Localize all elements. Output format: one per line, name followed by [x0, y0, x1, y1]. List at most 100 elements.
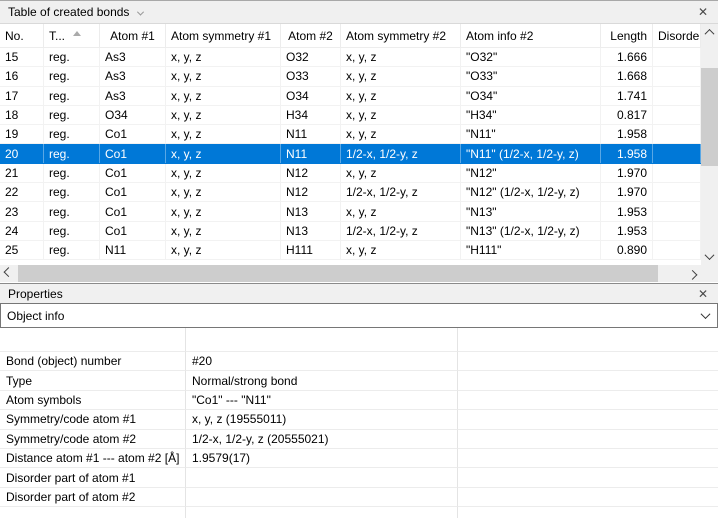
- cell-info2: "O32": [461, 48, 601, 66]
- scroll-right-button[interactable]: [684, 265, 701, 282]
- cell-sym2: x, y, z: [341, 87, 461, 105]
- column-header-label: Atom symmetry #2: [346, 29, 446, 43]
- cell-atom1: Co1: [100, 125, 166, 143]
- property-row[interactable]: Symmetry/code atom #1x, y, z (19555011): [0, 410, 718, 429]
- property-value: [186, 328, 458, 352]
- cell-atom1: As3: [100, 87, 166, 105]
- cell-atom1: As3: [100, 67, 166, 85]
- column-header-type[interactable]: T...: [44, 24, 100, 47]
- vertical-scrollbar: [701, 24, 718, 265]
- panel-menu-chevron-icon[interactable]: [137, 9, 144, 16]
- cell-no: 18: [0, 106, 44, 124]
- table-row-bond-21[interactable]: 21reg.Co1x, y, zN12x, y, z"N12"1.970: [0, 164, 701, 183]
- table-row-bond-22[interactable]: 22reg.Co1x, y, zN121/2-x, 1/2-y, z"N12" …: [0, 183, 701, 202]
- column-header-no[interactable]: No.: [0, 24, 44, 47]
- cell-atom2: H111: [281, 241, 341, 259]
- properties-close-button[interactable]: ✕: [694, 285, 712, 303]
- property-row[interactable]: TypeNormal/strong bond: [0, 371, 718, 390]
- cell-disorder: [653, 106, 701, 124]
- cell-atom1: Co1: [100, 183, 166, 201]
- table-row-bond-19[interactable]: 19reg.Co1x, y, zN11x, y, z"N11"1.958: [0, 125, 701, 144]
- column-header-atom1[interactable]: Atom #1: [100, 24, 166, 47]
- property-row[interactable]: Distance atom #1 --- atom #2 [Å]1.9579(1…: [0, 449, 718, 468]
- cell-length: 1.668: [601, 67, 653, 85]
- cell-no: 17: [0, 87, 44, 105]
- cell-sym2: 1/2-x, 1/2-y, z: [341, 183, 461, 201]
- column-header-label: Atom #1: [110, 29, 155, 43]
- cell-sym1: x, y, z: [166, 202, 281, 220]
- cell-info2: "N13": [461, 202, 601, 220]
- property-label: Disorder part of atom #1: [0, 468, 186, 487]
- close-icon: ✕: [698, 287, 708, 301]
- cell-atom1: Co1: [100, 222, 166, 240]
- cell-length: 1.958: [601, 125, 653, 143]
- column-header-label: Atom #2: [288, 29, 333, 43]
- cell-type: reg.: [44, 222, 100, 240]
- cell-disorder: [653, 183, 701, 201]
- cell-type: reg.: [44, 106, 100, 124]
- column-header-sym2[interactable]: Atom symmetry #2: [341, 24, 461, 47]
- cell-sym1: x, y, z: [166, 144, 281, 162]
- scroll-up-button[interactable]: [701, 24, 718, 41]
- cell-type: reg.: [44, 183, 100, 201]
- cell-atom2: H34: [281, 106, 341, 124]
- cell-sym2: x, y, z: [341, 67, 461, 85]
- horizontal-scroll-thumb[interactable]: [18, 265, 658, 282]
- dropdown-value: Object info: [7, 309, 64, 323]
- chevron-up-icon: [705, 29, 715, 39]
- column-header-atom2[interactable]: Atom #2: [281, 24, 341, 47]
- cell-sym1: x, y, z: [166, 241, 281, 259]
- column-header-sym1[interactable]: Atom symmetry #1: [166, 24, 281, 47]
- table-row-bond-15[interactable]: 15reg.As3x, y, zO32x, y, z"O32"1.666: [0, 48, 701, 67]
- cell-length: 1.953: [601, 202, 653, 220]
- cell-disorder: [653, 144, 701, 162]
- close-button[interactable]: ✕: [694, 3, 712, 21]
- cell-disorder: [653, 241, 701, 259]
- property-filler: [458, 468, 718, 487]
- cell-atom2: N12: [281, 164, 341, 182]
- properties-title-bar: Properties ✕: [0, 283, 718, 303]
- table-row-bond-17[interactable]: 17reg.As3x, y, zO34x, y, z"O34"1.741: [0, 87, 701, 106]
- cell-no: 23: [0, 202, 44, 220]
- table-row-bond-25[interactable]: 25reg.N11x, y, zH111x, y, z"H111"0.890: [0, 241, 701, 260]
- property-row[interactable]: Atom symbols"Co1" --- "N11": [0, 391, 718, 410]
- property-row[interactable]: Disorder part of atom #1: [0, 468, 718, 487]
- cell-type: reg.: [44, 125, 100, 143]
- cell-sym1: x, y, z: [166, 106, 281, 124]
- property-label: Symmetry/code atom #2: [0, 430, 186, 449]
- column-header-length[interactable]: Length: [601, 24, 653, 47]
- object-info-dropdown[interactable]: Object info: [0, 303, 718, 328]
- property-filler: [458, 371, 718, 390]
- cell-disorder: [653, 164, 701, 182]
- table-row-bond-16[interactable]: 16reg.As3x, y, zO33x, y, z"O33"1.668: [0, 67, 701, 86]
- table-row-bond-23[interactable]: 23reg.Co1x, y, zN13x, y, z"N13"1.953: [0, 202, 701, 221]
- cell-atom2: N11: [281, 144, 341, 162]
- cell-atom1: Co1: [100, 164, 166, 182]
- panel-title: Table of created bonds: [8, 5, 129, 19]
- column-header-disorder[interactable]: Disorder: [653, 24, 701, 47]
- scroll-down-button[interactable]: [701, 248, 718, 265]
- property-value: 1/2-x, 1/2-y, z (20555021): [186, 430, 458, 449]
- cell-length: 0.817: [601, 106, 653, 124]
- chevron-left-icon: [4, 267, 14, 277]
- property-value: [186, 507, 458, 518]
- column-header-info2[interactable]: Atom info #2: [461, 24, 601, 47]
- cell-info2: "H111": [461, 241, 601, 259]
- panel-title-bar: Table of created bonds ✕: [0, 0, 718, 24]
- property-row[interactable]: Symmetry/code atom #21/2-x, 1/2-y, z (20…: [0, 430, 718, 449]
- scroll-left-button[interactable]: [0, 265, 17, 282]
- property-label: Type: [0, 371, 186, 390]
- cell-no: 25: [0, 241, 44, 259]
- property-row[interactable]: Bond (object) number#20: [0, 352, 718, 371]
- cell-info2: "N11": [461, 125, 601, 143]
- table-row-bond-18[interactable]: 18reg.O34x, y, zH34x, y, z"H34"0.817: [0, 106, 701, 125]
- table-row-bond-20[interactable]: 20reg.Co1x, y, zN111/2-x, 1/2-y, z"N11" …: [0, 144, 701, 163]
- property-row[interactable]: Disorder part of atom #2: [0, 488, 718, 507]
- chevron-right-icon: [688, 270, 698, 280]
- cell-atom1: Co1: [100, 144, 166, 162]
- property-label: [0, 328, 186, 352]
- cell-type: reg.: [44, 164, 100, 182]
- vertical-scroll-thumb[interactable]: [701, 68, 718, 166]
- table-row-bond-24[interactable]: 24reg.Co1x, y, zN131/2-x, 1/2-y, z"N13" …: [0, 222, 701, 241]
- cell-sym2: x, y, z: [341, 241, 461, 259]
